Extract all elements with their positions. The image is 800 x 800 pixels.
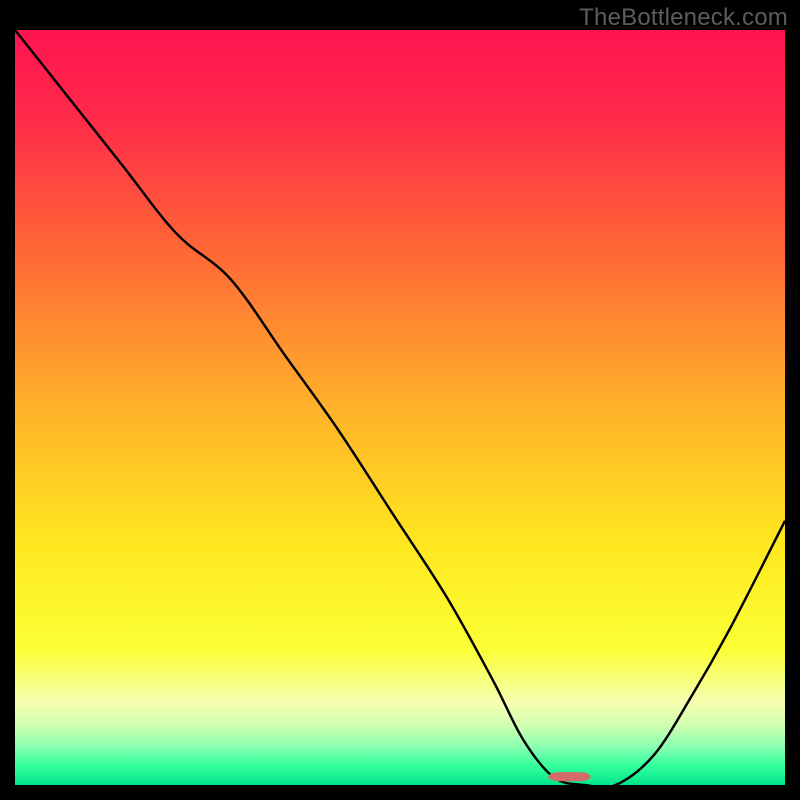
- bottleneck-chart: [15, 30, 785, 785]
- watermark-text: TheBottleneck.com: [579, 4, 788, 32]
- optimal-marker: [548, 772, 590, 781]
- chart-frame: [15, 30, 785, 785]
- gradient-background: [15, 30, 785, 785]
